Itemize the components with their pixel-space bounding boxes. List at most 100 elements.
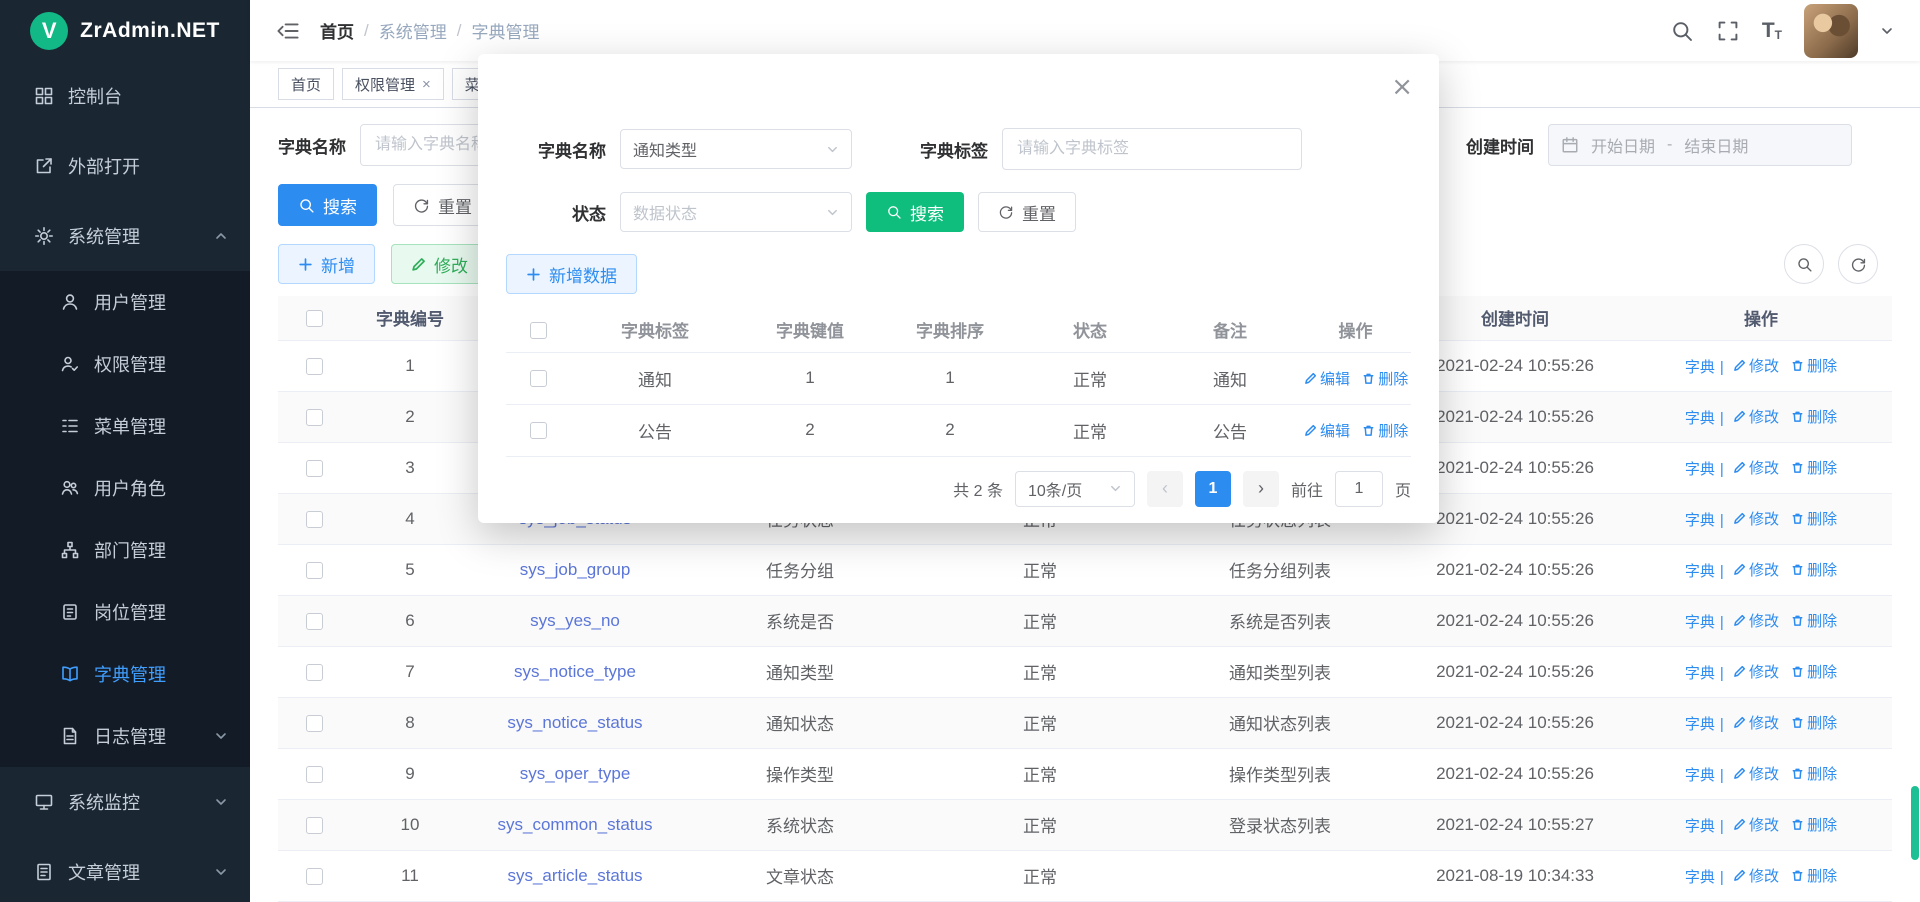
sidebar-item-menus[interactable]: 菜单管理 [0, 395, 250, 457]
row-edit-link[interactable]: 编辑 [1304, 368, 1350, 389]
next-page-button[interactable]: › [1243, 471, 1279, 507]
search-icon[interactable] [1670, 19, 1694, 43]
row-edit-link[interactable]: 编辑 [1304, 420, 1350, 441]
page-size-select[interactable]: 10条/页 [1015, 471, 1135, 507]
dict-type-link[interactable]: sys_notice_status [507, 713, 642, 732]
dict-data-link[interactable]: 字典 [1685, 713, 1715, 734]
row-checkbox[interactable] [306, 817, 323, 834]
breadcrumb-system[interactable]: 系统管理 [379, 18, 447, 43]
date-range-picker[interactable]: 开始日期 - 结束日期 [1548, 124, 1852, 166]
dict-type-link[interactable]: sys_yes_no [530, 611, 620, 630]
goto-page-input[interactable] [1335, 471, 1383, 507]
sidebar-item-dashboard[interactable]: 控制台 [0, 61, 250, 131]
breadcrumb-home[interactable]: 首页 [320, 18, 354, 43]
row-delete-link[interactable]: 删除 [1791, 610, 1837, 631]
dict-type-link[interactable]: sys_oper_type [520, 764, 631, 783]
row-edit-link[interactable]: 修改 [1733, 712, 1779, 733]
fullscreen-icon[interactable] [1716, 19, 1740, 43]
dict-data-link[interactable]: 字典 [1685, 407, 1715, 428]
row-delete-link[interactable]: 删除 [1791, 355, 1837, 376]
edit-button[interactable]: 修改 [391, 244, 488, 284]
dict-data-link[interactable]: 字典 [1685, 764, 1715, 785]
row-edit-link[interactable]: 修改 [1733, 763, 1779, 784]
row-checkbox[interactable] [306, 562, 323, 579]
sidebar-item-posts[interactable]: 岗位管理 [0, 581, 250, 643]
row-checkbox[interactable] [306, 664, 323, 681]
prev-page-button[interactable]: ‹ [1147, 471, 1183, 507]
font-size-icon[interactable]: TT [1762, 20, 1782, 41]
row-checkbox[interactable] [306, 766, 323, 783]
row-checkbox[interactable] [306, 868, 323, 885]
row-delete-link[interactable]: 删除 [1791, 559, 1837, 580]
sidebar-item-external[interactable]: 外部打开 [0, 131, 250, 201]
toggle-search-button[interactable] [1784, 244, 1824, 284]
row-checkbox[interactable] [530, 422, 547, 439]
sidebar-item-logs[interactable]: 日志管理 [0, 705, 250, 767]
row-edit-link[interactable]: 修改 [1733, 814, 1779, 835]
row-checkbox[interactable] [306, 358, 323, 375]
row-delete-link[interactable]: 删除 [1791, 508, 1837, 529]
dict-type-link[interactable]: sys_common_status [498, 815, 653, 834]
dict-label-input[interactable] [1002, 128, 1302, 170]
sidebar-item-dict[interactable]: 字典管理 [0, 643, 250, 705]
refresh-table-button[interactable] [1838, 244, 1878, 284]
row-delete-link[interactable]: 删除 [1791, 661, 1837, 682]
close-icon[interactable]: × [1391, 74, 1413, 100]
row-checkbox[interactable] [306, 409, 323, 426]
status-select[interactable]: 数据状态 [620, 192, 852, 232]
row-edit-link[interactable]: 修改 [1733, 559, 1779, 580]
sidebar-item-articles[interactable]: 文章管理 [0, 837, 250, 902]
avatar[interactable] [1804, 4, 1858, 58]
row-delete-link[interactable]: 删除 [1791, 712, 1837, 733]
dict-type-link[interactable]: sys_notice_type [514, 662, 636, 681]
sidebar-fold-icon[interactable] [276, 19, 300, 43]
dict-data-link[interactable]: 字典 [1685, 866, 1715, 887]
row-checkbox[interactable] [306, 511, 323, 528]
row-checkbox[interactable] [306, 613, 323, 630]
dialog-search-button[interactable]: 搜索 [866, 192, 964, 232]
add-button[interactable]: 新增 [278, 244, 375, 284]
dict-data-link[interactable]: 字典 [1685, 611, 1715, 632]
select-all-checkbox[interactable] [306, 310, 323, 327]
dict-data-link[interactable]: 字典 [1685, 662, 1715, 683]
dict-data-link[interactable]: 字典 [1685, 458, 1715, 479]
dict-data-link[interactable]: 字典 [1685, 815, 1715, 836]
row-checkbox[interactable] [530, 370, 547, 387]
row-edit-link[interactable]: 修改 [1733, 610, 1779, 631]
row-edit-link[interactable]: 修改 [1733, 865, 1779, 886]
dict-data-link[interactable]: 字典 [1685, 509, 1715, 530]
logo[interactable]: V ZrAdmin.NET [0, 0, 250, 61]
row-delete-link[interactable]: 删除 [1791, 763, 1837, 784]
row-delete-link[interactable]: 删除 [1791, 814, 1837, 835]
dict-data-link[interactable]: 字典 [1685, 356, 1715, 377]
sidebar-item-permissions[interactable]: 权限管理 [0, 333, 250, 395]
tag-home[interactable]: 首页 [278, 68, 334, 100]
row-delete-link[interactable]: 删除 [1791, 457, 1837, 478]
sidebar-item-users[interactable]: 用户管理 [0, 271, 250, 333]
dialog-add-data-button[interactable]: 新增数据 [506, 254, 637, 294]
dialog-select-all-checkbox[interactable] [530, 322, 547, 339]
sidebar-item-departments[interactable]: 部门管理 [0, 519, 250, 581]
row-edit-link[interactable]: 修改 [1733, 508, 1779, 529]
sidebar-item-monitor[interactable]: 系统监控 [0, 767, 250, 837]
search-button[interactable]: 搜索 [278, 184, 377, 226]
dialog-reset-button[interactable]: 重置 [978, 192, 1076, 232]
dict-type-link[interactable]: sys_job_group [520, 560, 631, 579]
dict-type-link[interactable]: sys_article_status [507, 866, 642, 885]
row-delete-link[interactable]: 删除 [1362, 420, 1408, 441]
tag-permissions[interactable]: 权限管理 × [342, 68, 444, 100]
row-delete-link[interactable]: 删除 [1362, 368, 1408, 389]
caret-down-icon[interactable] [1880, 24, 1894, 38]
row-checkbox[interactable] [306, 715, 323, 732]
dict-name-select[interactable]: 通知类型 [620, 129, 852, 169]
row-edit-link[interactable]: 修改 [1733, 661, 1779, 682]
row-delete-link[interactable]: 删除 [1791, 406, 1837, 427]
sidebar-item-roles[interactable]: 用户角色 [0, 457, 250, 519]
row-checkbox[interactable] [306, 460, 323, 477]
row-edit-link[interactable]: 修改 [1733, 355, 1779, 376]
tag-close-icon[interactable]: × [422, 77, 431, 92]
current-page-button[interactable]: 1 [1195, 471, 1231, 507]
sidebar-item-system[interactable]: 系统管理 [0, 201, 250, 271]
window-scrollbar-thumb[interactable] [1911, 786, 1919, 860]
row-delete-link[interactable]: 删除 [1791, 865, 1837, 886]
